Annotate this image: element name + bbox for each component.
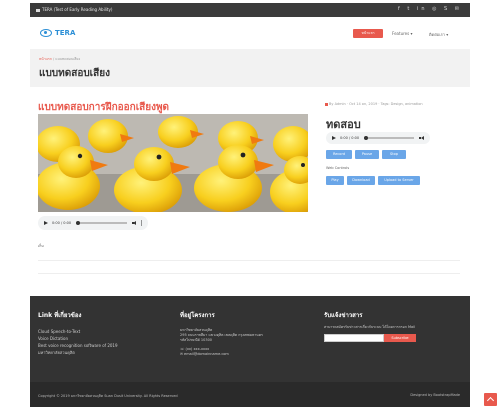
navbar: TERA หน้าแรก Features ▾ ติดต่อเรา ▾: [30, 24, 470, 48]
breadcrumb: หน้าแรก / แบบทดสอบเสียง: [39, 56, 80, 62]
download-button[interactable]: Download: [347, 176, 375, 185]
top-brand: TERA (Test of Early Reading Ability): [36, 7, 112, 12]
volume-icon[interactable]: [419, 136, 424, 141]
page-title: แบบทดสอบเสียง: [39, 68, 110, 79]
audio-progress-slider[interactable]: [76, 220, 127, 225]
controls-label: Web Controls: [326, 166, 350, 170]
audio-time: 0:00 / 0:00: [52, 221, 72, 225]
designer-credit[interactable]: Designed by BootstrapMade: [410, 393, 460, 397]
newsletter-text: สามารถสมัครรับข่าวสารเกี่ยวกับระบบ ได้โด…: [324, 325, 416, 329]
nav-contact[interactable]: ติดต่อเรา ▾: [429, 31, 448, 38]
footer-newsletter-title: รับแจ้งข่าวสาร: [324, 312, 363, 319]
breadcrumb-bar: หน้าแรก / แบบทดสอบเสียง แบบทดสอบเสียง: [30, 49, 470, 87]
breadcrumb-current: แบบทดสอบเสียง: [55, 57, 81, 61]
pause-button[interactable]: Pause: [355, 150, 379, 159]
breadcrumb-home-link[interactable]: หน้าแรก: [39, 57, 52, 61]
article-meta-text: By Admin · Oct 14 on, 2019 · Tags: Desig…: [329, 102, 423, 106]
playback-controls: Play Download Upload to Server: [326, 176, 420, 185]
play-icon[interactable]: [332, 136, 336, 140]
subscribe-button[interactable]: Subscribe: [384, 334, 416, 342]
footer-link[interactable]: Cloud Speech-to-Text: [38, 328, 118, 335]
user-icon: [325, 102, 328, 106]
footer-address-column: ที่อยู่โครงการ มหาวิทยาลัยสวนดุสิต 295 ถ…: [180, 310, 263, 357]
rubber-ducks-image: [38, 114, 308, 212]
subscribe-email-input[interactable]: [324, 334, 384, 342]
footer-address-title: ที่อยู่โครงการ: [180, 312, 215, 319]
article-meta: By Admin · Oct 14 on, 2019 · Tags: Desig…: [325, 102, 423, 106]
play-button[interactable]: Play: [326, 176, 344, 185]
back-to-top-button[interactable]: [484, 393, 497, 406]
record-button[interactable]: Record: [326, 150, 352, 159]
stop-button[interactable]: Stop: [382, 150, 406, 159]
top-brand-text: TERA (Test of Early Reading Ability): [42, 7, 113, 12]
more-options-icon[interactable]: [140, 220, 142, 226]
side-audio-player[interactable]: 0:00 / 0:00: [326, 132, 430, 144]
audio-time: 0:00 / 0:00: [340, 136, 360, 140]
social-icons[interactable]: f t in ◎ S ✉: [398, 6, 462, 12]
footer-link[interactable]: Best voice recognition software of 2019: [38, 342, 118, 349]
top-bar: TERA (Test of Early Reading Ability) f t…: [30, 3, 470, 17]
divider: [38, 273, 460, 274]
footer-links-column: Link ที่เกี่ยวข้อง Cloud Speech-to-Text …: [38, 310, 118, 356]
logo-icon: [40, 29, 52, 37]
upload-button[interactable]: Upload to Server: [378, 176, 420, 185]
logo-text: TERA: [55, 29, 76, 37]
flag-icon: [36, 8, 40, 12]
footer: Link ที่เกี่ยวข้อง Cloud Speech-to-Text …: [30, 296, 470, 382]
copyright-bar: Copyright © 2019 มหาวิทยาลัยสวนดุสิต Sua…: [30, 382, 470, 407]
audio-progress-slider[interactable]: [364, 135, 414, 140]
divider: [38, 260, 460, 261]
logo[interactable]: TERA: [40, 29, 75, 37]
article-tag: เก็บ: [38, 244, 44, 248]
article-heading: แบบทดสอบการฝึกออกเสียงพูด: [38, 102, 170, 113]
volume-icon[interactable]: [131, 221, 137, 226]
footer-link[interactable]: มหาวิทยาลัยสวนดุสิต: [38, 349, 118, 356]
footer-email[interactable]: ✉ email@domainname.com: [180, 352, 263, 357]
side-title: ทดสอบ: [326, 118, 361, 131]
record-controls: Record Pause Stop: [326, 150, 406, 159]
article-audio-player[interactable]: 0:00 / 0:00: [38, 216, 148, 230]
play-icon[interactable]: [44, 221, 48, 225]
copyright-text: Copyright © 2019 มหาวิทยาลัยสวนดุสิต Sua…: [38, 394, 178, 398]
progress-knob[interactable]: [76, 220, 81, 225]
nav-home-button[interactable]: หน้าแรก: [353, 29, 383, 38]
footer-link[interactable]: Voice Dictation: [38, 335, 118, 342]
ducks-illustration: [38, 114, 308, 212]
nav-features[interactable]: Features ▾: [392, 31, 412, 36]
progress-knob[interactable]: [364, 135, 369, 140]
address-line: รหัสไปรษณีย์ 10300: [180, 338, 213, 342]
footer-links-title: Link ที่เกี่ยวข้อง: [38, 312, 82, 319]
footer-newsletter-column: รับแจ้งข่าวสาร สามารถสมัครรับข่าวสารเกี่…: [324, 310, 464, 350]
